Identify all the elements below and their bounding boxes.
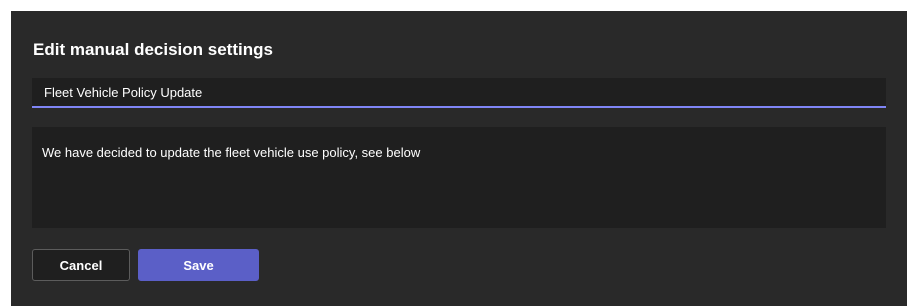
cancel-button[interactable]: Cancel <box>32 249 130 281</box>
decision-title-input[interactable] <box>32 78 886 108</box>
dialog-title: Edit manual decision settings <box>33 40 273 59</box>
save-button[interactable]: Save <box>138 249 259 281</box>
edit-decision-dialog: Edit manual decision settings We have de… <box>11 11 907 306</box>
decision-description-textarea[interactable]: We have decided to update the fleet vehi… <box>32 127 886 228</box>
cancel-button-label: Cancel <box>59 257 103 273</box>
save-button-label: Save <box>183 257 214 273</box>
